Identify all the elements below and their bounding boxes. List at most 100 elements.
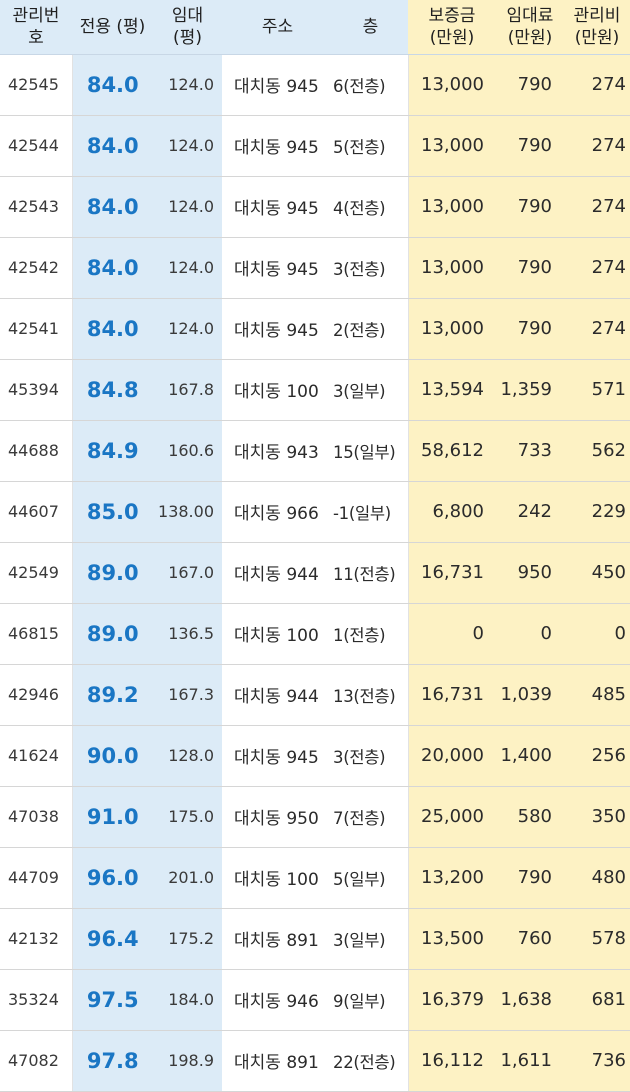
cell-mgmt: 578 bbox=[564, 908, 630, 970]
header-address[interactable]: 주소 bbox=[222, 0, 333, 55]
table-row[interactable]: 42132 96.4 175.2 대치동 891 3(일부) 13,500 760 578 bbox=[0, 908, 630, 970]
cell-mgmt: 480 bbox=[564, 847, 630, 909]
cell-id: 35324 bbox=[0, 969, 73, 1031]
cell-floor: 3(일부) bbox=[333, 908, 409, 970]
cell-deposit: 16,112 bbox=[408, 1030, 496, 1092]
cell-lease: 167.8 bbox=[153, 359, 222, 421]
table-body: 42545 84.0 124.0 대치동 945 6(전층) 13,000 790 274 42… bbox=[0, 54, 630, 1092]
cell-deposit: 6,800 bbox=[408, 481, 496, 543]
cell-id: 42545 bbox=[0, 54, 73, 116]
cell-lease: 124.0 bbox=[153, 54, 222, 116]
cell-address: 대치동 891 bbox=[222, 908, 333, 970]
header-deposit[interactable]: 보증금 (만원) bbox=[408, 0, 496, 55]
cell-id: 42549 bbox=[0, 542, 73, 604]
cell-rent: 790 bbox=[496, 54, 564, 116]
header-area[interactable]: 전용 (평) bbox=[72, 0, 153, 55]
cell-mgmt: 562 bbox=[564, 420, 630, 482]
cell-floor: 1(전층) bbox=[333, 603, 409, 665]
cell-mgmt: 274 bbox=[564, 237, 630, 299]
table-row[interactable]: 42946 89.2 167.3 대치동 944 13(전층) 16,731 1,039 48… bbox=[0, 664, 630, 726]
cell-deposit: 13,000 bbox=[408, 115, 496, 177]
cell-rent: 790 bbox=[496, 847, 564, 909]
cell-rent: 1,359 bbox=[496, 359, 564, 421]
cell-area: 84.0 bbox=[72, 54, 153, 116]
header-rent[interactable]: 임대료 (만원) bbox=[496, 0, 564, 55]
cell-address: 대치동 945 bbox=[222, 725, 333, 787]
cell-floor: 5(전층) bbox=[333, 115, 409, 177]
cell-area: 84.8 bbox=[72, 359, 153, 421]
cell-area: 90.0 bbox=[72, 725, 153, 787]
table-row[interactable]: 42549 89.0 167.0 대치동 944 11(전층) 16,731 950 450 bbox=[0, 542, 630, 604]
cell-deposit: 20,000 bbox=[408, 725, 496, 787]
table-row[interactable]: 46815 89.0 136.5 대치동 100 1(전층) 0 0 0 bbox=[0, 603, 630, 665]
table-row[interactable]: 44607 85.0 138.00 대치동 966 -1(일부) 6,800 242 229 bbox=[0, 481, 630, 543]
table-row[interactable]: 44709 96.0 201.0 대치동 100 5(일부) 13,200 790 480 bbox=[0, 847, 630, 909]
cell-deposit: 16,731 bbox=[408, 542, 496, 604]
cell-floor: 2(전층) bbox=[333, 298, 409, 360]
cell-address: 대치동 944 bbox=[222, 542, 333, 604]
table-row[interactable]: 41624 90.0 128.0 대치동 945 3(전층) 20,000 1,400 256 bbox=[0, 725, 630, 787]
table-row[interactable]: 35324 97.5 184.0 대치동 946 9(일부) 16,379 1,638 681 bbox=[0, 969, 630, 1031]
cell-lease: 198.9 bbox=[153, 1030, 222, 1092]
cell-area: 97.5 bbox=[72, 969, 153, 1031]
cell-rent: 1,039 bbox=[496, 664, 564, 726]
cell-rent: 790 bbox=[496, 298, 564, 360]
cell-id: 44688 bbox=[0, 420, 73, 482]
cell-id: 44607 bbox=[0, 481, 73, 543]
cell-mgmt: 229 bbox=[564, 481, 630, 543]
cell-deposit: 16,379 bbox=[408, 969, 496, 1031]
cell-mgmt: 0 bbox=[564, 603, 630, 665]
table-row[interactable]: 47082 97.8 198.9 대치동 891 22(전층) 16,112 1,611 73… bbox=[0, 1030, 630, 1092]
table-row[interactable]: 47038 91.0 175.0 대치동 950 7(전층) 25,000 580 350 bbox=[0, 786, 630, 848]
cell-mgmt: 681 bbox=[564, 969, 630, 1031]
table-row[interactable]: 44688 84.9 160.6 대치동 943 15(일부) 58,612 733 562 bbox=[0, 420, 630, 482]
cell-floor: 3(일부) bbox=[333, 359, 409, 421]
cell-lease: 175.2 bbox=[153, 908, 222, 970]
cell-id: 47038 bbox=[0, 786, 73, 848]
header-lease[interactable]: 임대 (평) bbox=[153, 0, 222, 55]
cell-area: 96.0 bbox=[72, 847, 153, 909]
cell-deposit: 0 bbox=[408, 603, 496, 665]
table-row[interactable]: 42545 84.0 124.0 대치동 945 6(전층) 13,000 790 274 bbox=[0, 54, 630, 116]
cell-address: 대치동 100 bbox=[222, 847, 333, 909]
header-mgmt[interactable]: 관리비 (만원) bbox=[564, 0, 630, 55]
cell-floor: 6(전층) bbox=[333, 54, 409, 116]
cell-floor: 7(전층) bbox=[333, 786, 409, 848]
cell-address: 대치동 945 bbox=[222, 176, 333, 238]
cell-floor: 9(일부) bbox=[333, 969, 409, 1031]
header-id[interactable]: 관리번 호 bbox=[0, 0, 72, 55]
cell-area: 85.0 bbox=[72, 481, 153, 543]
table-row[interactable]: 45394 84.8 167.8 대치동 100 3(일부) 13,594 1,359 571 bbox=[0, 359, 630, 421]
cell-id: 42544 bbox=[0, 115, 73, 177]
cell-area: 89.2 bbox=[72, 664, 153, 726]
cell-area: 84.0 bbox=[72, 237, 153, 299]
table-row[interactable]: 42541 84.0 124.0 대치동 945 2(전층) 13,000 790 274 bbox=[0, 298, 630, 360]
cell-rent: 1,638 bbox=[496, 969, 564, 1031]
cell-floor: 4(전층) bbox=[333, 176, 409, 238]
table-row[interactable]: 42544 84.0 124.0 대치동 945 5(전층) 13,000 790 274 bbox=[0, 115, 630, 177]
cell-lease: 128.0 bbox=[153, 725, 222, 787]
cell-address: 대치동 966 bbox=[222, 481, 333, 543]
cell-lease: 201.0 bbox=[153, 847, 222, 909]
cell-mgmt: 736 bbox=[564, 1030, 630, 1092]
cell-rent: 0 bbox=[496, 603, 564, 665]
header-floor[interactable]: 층 bbox=[333, 0, 408, 55]
cell-lease: 175.0 bbox=[153, 786, 222, 848]
cell-lease: 167.0 bbox=[153, 542, 222, 604]
cell-rent: 1,400 bbox=[496, 725, 564, 787]
cell-mgmt: 274 bbox=[564, 54, 630, 116]
cell-id: 41624 bbox=[0, 725, 73, 787]
table-row[interactable]: 42543 84.0 124.0 대치동 945 4(전층) 13,000 790 274 bbox=[0, 176, 630, 238]
cell-lease: 184.0 bbox=[153, 969, 222, 1031]
cell-lease: 160.6 bbox=[153, 420, 222, 482]
cell-id: 42132 bbox=[0, 908, 73, 970]
cell-floor: 13(전층) bbox=[333, 664, 409, 726]
cell-mgmt: 350 bbox=[564, 786, 630, 848]
cell-area: 84.0 bbox=[72, 115, 153, 177]
cell-address: 대치동 943 bbox=[222, 420, 333, 482]
cell-deposit: 25,000 bbox=[408, 786, 496, 848]
cell-deposit: 13,594 bbox=[408, 359, 496, 421]
cell-deposit: 13,000 bbox=[408, 54, 496, 116]
table-row[interactable]: 42542 84.0 124.0 대치동 945 3(전층) 13,000 790 274 bbox=[0, 237, 630, 299]
cell-mgmt: 274 bbox=[564, 115, 630, 177]
